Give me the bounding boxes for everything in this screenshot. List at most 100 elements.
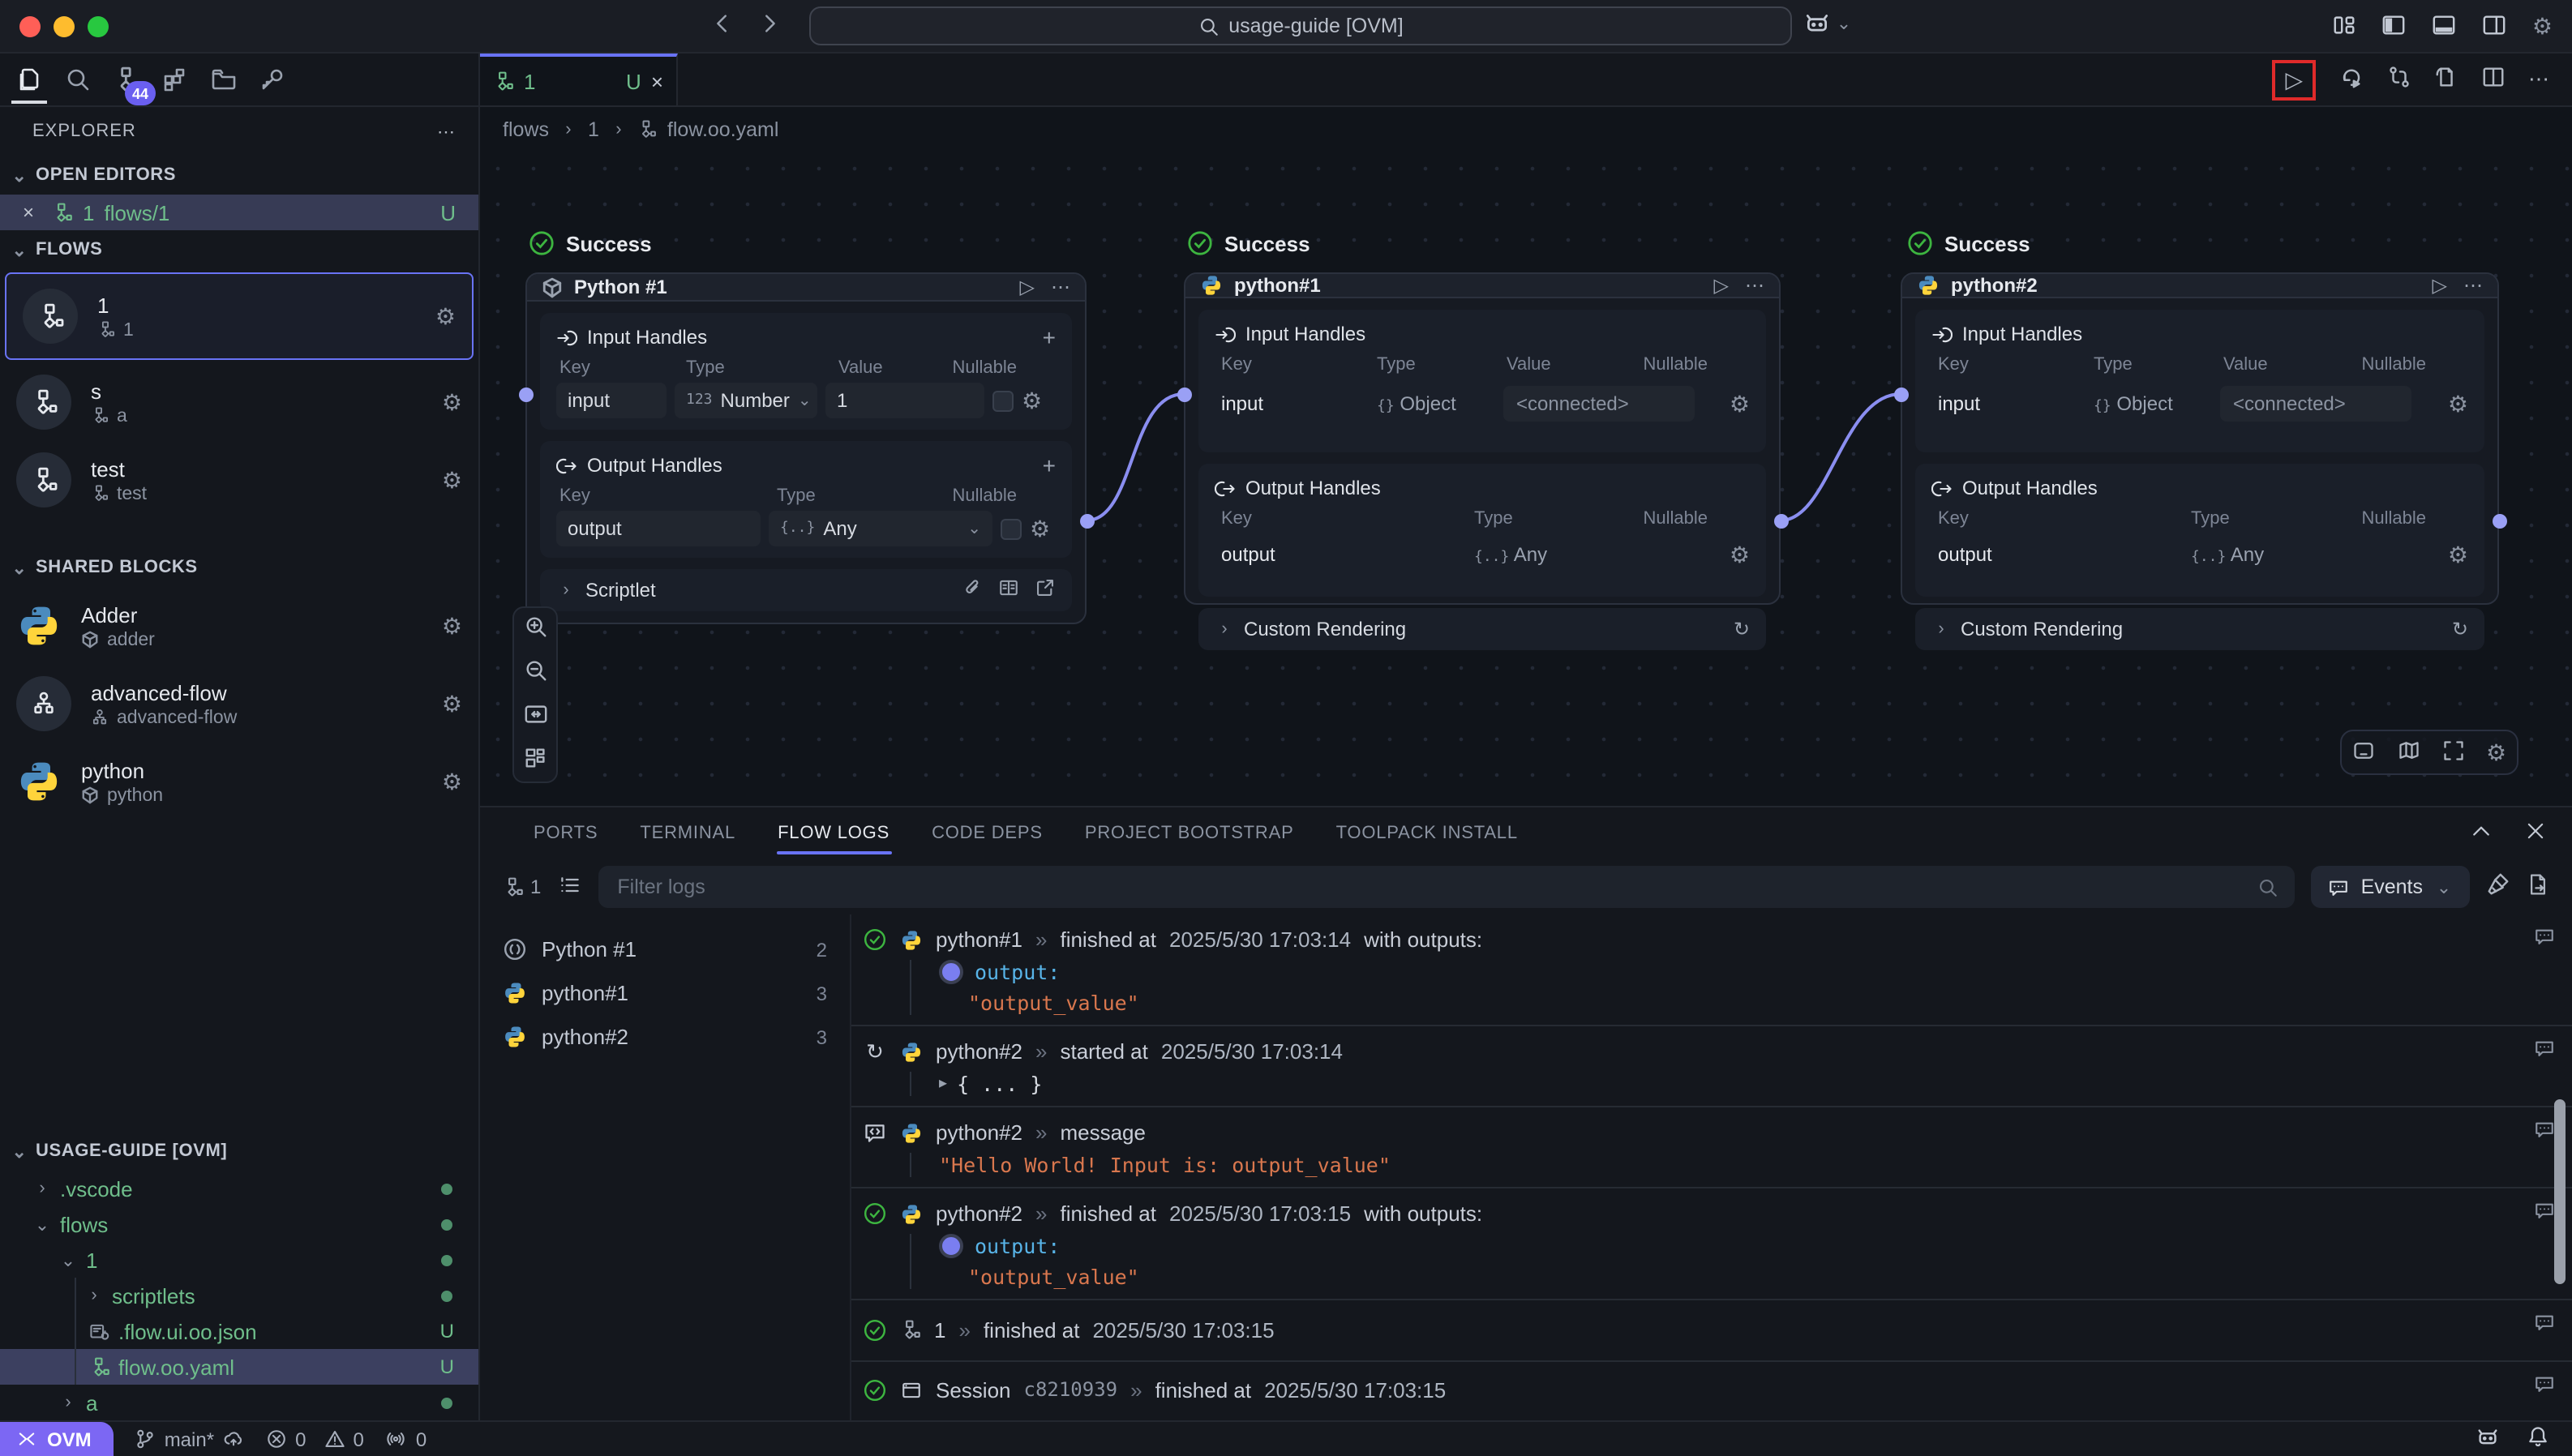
nav-forward-icon[interactable]: [757, 11, 782, 41]
comment-icon[interactable]: [2533, 1119, 2556, 1145]
log-stream[interactable]: python#1 » finished at 2025/5/30 17:03:1…: [850, 914, 2572, 1420]
open-external-icon[interactable]: [1035, 577, 1056, 603]
group-list-toggle-icon[interactable]: [557, 873, 581, 901]
handle-settings-gear-icon[interactable]: ⚙: [1730, 390, 1750, 418]
tab-project-bootstrap[interactable]: PROJECT BOOTSTRAP: [1064, 807, 1315, 859]
node-play-icon[interactable]: ▷: [1714, 274, 1729, 297]
minimap-icon[interactable]: [2398, 739, 2422, 766]
handle-settings-gear-icon[interactable]: ⚙: [2448, 390, 2468, 418]
close-editor-icon[interactable]: ×: [23, 201, 42, 224]
open-editors-header[interactable]: ⌄ OPEN EDITORS: [0, 156, 478, 195]
flow-item-s[interactable]: s a ⚙: [0, 363, 478, 441]
toggle-secondary-sidebar-icon[interactable]: [2482, 12, 2508, 41]
output-port[interactable]: [1773, 513, 1788, 528]
tree-item-a[interactable]: › a: [0, 1385, 478, 1420]
node-more-icon[interactable]: ⋯: [2463, 274, 2483, 297]
shared-block-advanced-flow[interactable]: advanced-flow advanced-flow ⚙: [0, 665, 478, 743]
tab-close-icon[interactable]: ×: [651, 69, 663, 93]
tree-item-flows[interactable]: ⌄ flows: [0, 1206, 478, 1242]
copilot-status-icon[interactable]: [2475, 1424, 2501, 1454]
input-type-select[interactable]: 123Number⌄: [675, 383, 817, 418]
output-port[interactable]: [1079, 513, 1094, 528]
flow-item-1[interactable]: 1 1 ⚙: [5, 272, 474, 360]
editor-more-actions-icon[interactable]: ⋯: [2528, 66, 2549, 92]
fullscreen-icon[interactable]: [2442, 739, 2465, 766]
zoom-in-icon[interactable]: [523, 615, 547, 644]
close-window-button[interactable]: [19, 15, 41, 36]
block-settings-gear-icon[interactable]: ⚙: [442, 690, 462, 717]
tab-code-deps[interactable]: CODE DEPS: [911, 807, 1064, 859]
search-view-icon[interactable]: [58, 57, 97, 102]
maximize-panel-icon[interactable]: [2470, 820, 2493, 847]
breadcrumb-flows[interactable]: flows: [503, 118, 549, 140]
events-filter-dropdown[interactable]: Events ⌄: [2311, 866, 2470, 908]
notifications-bell-icon[interactable]: [2527, 1425, 2549, 1453]
flows-section-header[interactable]: ⌄ FLOWS: [0, 230, 478, 269]
canvas-settings-gear-icon[interactable]: ⚙: [2486, 739, 2506, 766]
attach-icon[interactable]: [962, 577, 983, 603]
tree-item-vscode[interactable]: › .vscode: [0, 1171, 478, 1206]
flow-settings-gear-icon[interactable]: ⚙: [442, 388, 462, 416]
tree-item-scriptlets[interactable]: › scriptlets: [0, 1278, 478, 1313]
fit-view-icon[interactable]: [523, 702, 547, 731]
ports-status[interactable]: 0: [385, 1428, 427, 1450]
custom-rendering-section[interactable]: › Custom Rendering ↻: [1198, 608, 1766, 650]
docs-icon[interactable]: [997, 577, 1020, 603]
tab-toolpack-install[interactable]: TOOLPACK INSTALL: [1315, 807, 1539, 859]
run-flow-play-icon[interactable]: ▷: [2285, 66, 2303, 93]
block-settings-gear-icon[interactable]: ⚙: [442, 612, 462, 640]
add-input-icon[interactable]: +: [1043, 324, 1056, 350]
tab-flow-1[interactable]: 1 U ×: [480, 54, 678, 105]
node-python-hash1[interactable]: python#1 ▷⋯ Input Handles Key Type: [1184, 272, 1781, 605]
zoom-out-icon[interactable]: [523, 658, 547, 687]
git-branch-status[interactable]: main*: [135, 1428, 245, 1450]
node-play-icon[interactable]: ▷: [2433, 274, 2447, 297]
node-more-icon[interactable]: ⋯: [1051, 276, 1070, 298]
node-play-icon[interactable]: ▷: [1020, 276, 1035, 298]
refresh-icon[interactable]: ↻: [1734, 618, 1750, 640]
flow-settings-gear-icon[interactable]: ⚙: [435, 302, 456, 330]
input-port[interactable]: [518, 387, 533, 401]
tab-terminal[interactable]: TERMINAL: [619, 807, 757, 859]
comment-icon[interactable]: [2533, 1373, 2556, 1399]
breadcrumb-file[interactable]: flow.oo.yaml: [667, 118, 779, 140]
handle-settings-gear-icon[interactable]: ⚙: [1030, 515, 1050, 542]
comment-icon[interactable]: [2533, 926, 2556, 952]
flows-view-icon[interactable]: 44: [107, 57, 146, 102]
breadcrumb[interactable]: flows › 1 › flow.oo.yaml: [480, 107, 2572, 151]
flow-settings-gear-icon[interactable]: ⚙: [442, 466, 462, 494]
command-center-search[interactable]: usage-guide [OVM]: [809, 6, 1792, 45]
tab-ports[interactable]: PORTS: [512, 807, 619, 859]
nav-back-icon[interactable]: [710, 11, 735, 41]
filter-logs-input[interactable]: [614, 874, 2257, 900]
folder-view-icon[interactable]: [204, 57, 243, 102]
settings-gear-icon[interactable]: ⚙: [2532, 13, 2553, 41]
problems-status[interactable]: 0 0: [266, 1428, 364, 1450]
comment-icon[interactable]: [2533, 1312, 2556, 1338]
nullable-checkbox[interactable]: [1001, 518, 1022, 539]
toggle-panel-icon[interactable]: [2432, 12, 2458, 41]
tree-item-1[interactable]: ⌄ 1: [0, 1242, 478, 1278]
shared-blocks-header[interactable]: ⌄ SHARED BLOCKS: [0, 548, 478, 587]
tree-item-flow-oo-yaml[interactable]: flow.oo.yamlU: [0, 1349, 478, 1385]
open-editor-item[interactable]: × 1 flows/1 U: [0, 195, 478, 230]
handle-settings-gear-icon[interactable]: ⚙: [1730, 541, 1750, 568]
clear-logs-broom-icon[interactable]: [2486, 872, 2510, 901]
export-file-icon[interactable]: [2434, 65, 2458, 94]
refresh-icon[interactable]: ↻: [2452, 618, 2468, 640]
scriptlet-section[interactable]: › Scriptlet: [540, 569, 1072, 611]
explorer-view-icon[interactable]: [10, 57, 49, 102]
output-key-field[interactable]: [556, 511, 761, 546]
screenshot-icon[interactable]: [2352, 739, 2377, 766]
compare-changes-icon[interactable]: [2387, 65, 2411, 94]
node-header[interactable]: python#2 ▷⋯: [1902, 274, 2497, 298]
split-editor-icon[interactable]: [2481, 65, 2506, 94]
add-output-icon[interactable]: +: [1043, 452, 1056, 478]
flow-canvas[interactable]: Success Python #1 ▷⋯ Input Handles: [480, 151, 2572, 806]
copilot-menu[interactable]: ⌄: [1803, 10, 1854, 37]
comment-icon[interactable]: [2533, 1038, 2556, 1064]
flow-scope[interactable]: 1: [503, 876, 541, 898]
node-python-hash2[interactable]: python#2 ▷⋯ Input Handles Key Type: [1901, 272, 2499, 605]
output-type-select[interactable]: {..}Any⌄: [769, 511, 992, 546]
minimize-window-button[interactable]: [54, 15, 75, 36]
